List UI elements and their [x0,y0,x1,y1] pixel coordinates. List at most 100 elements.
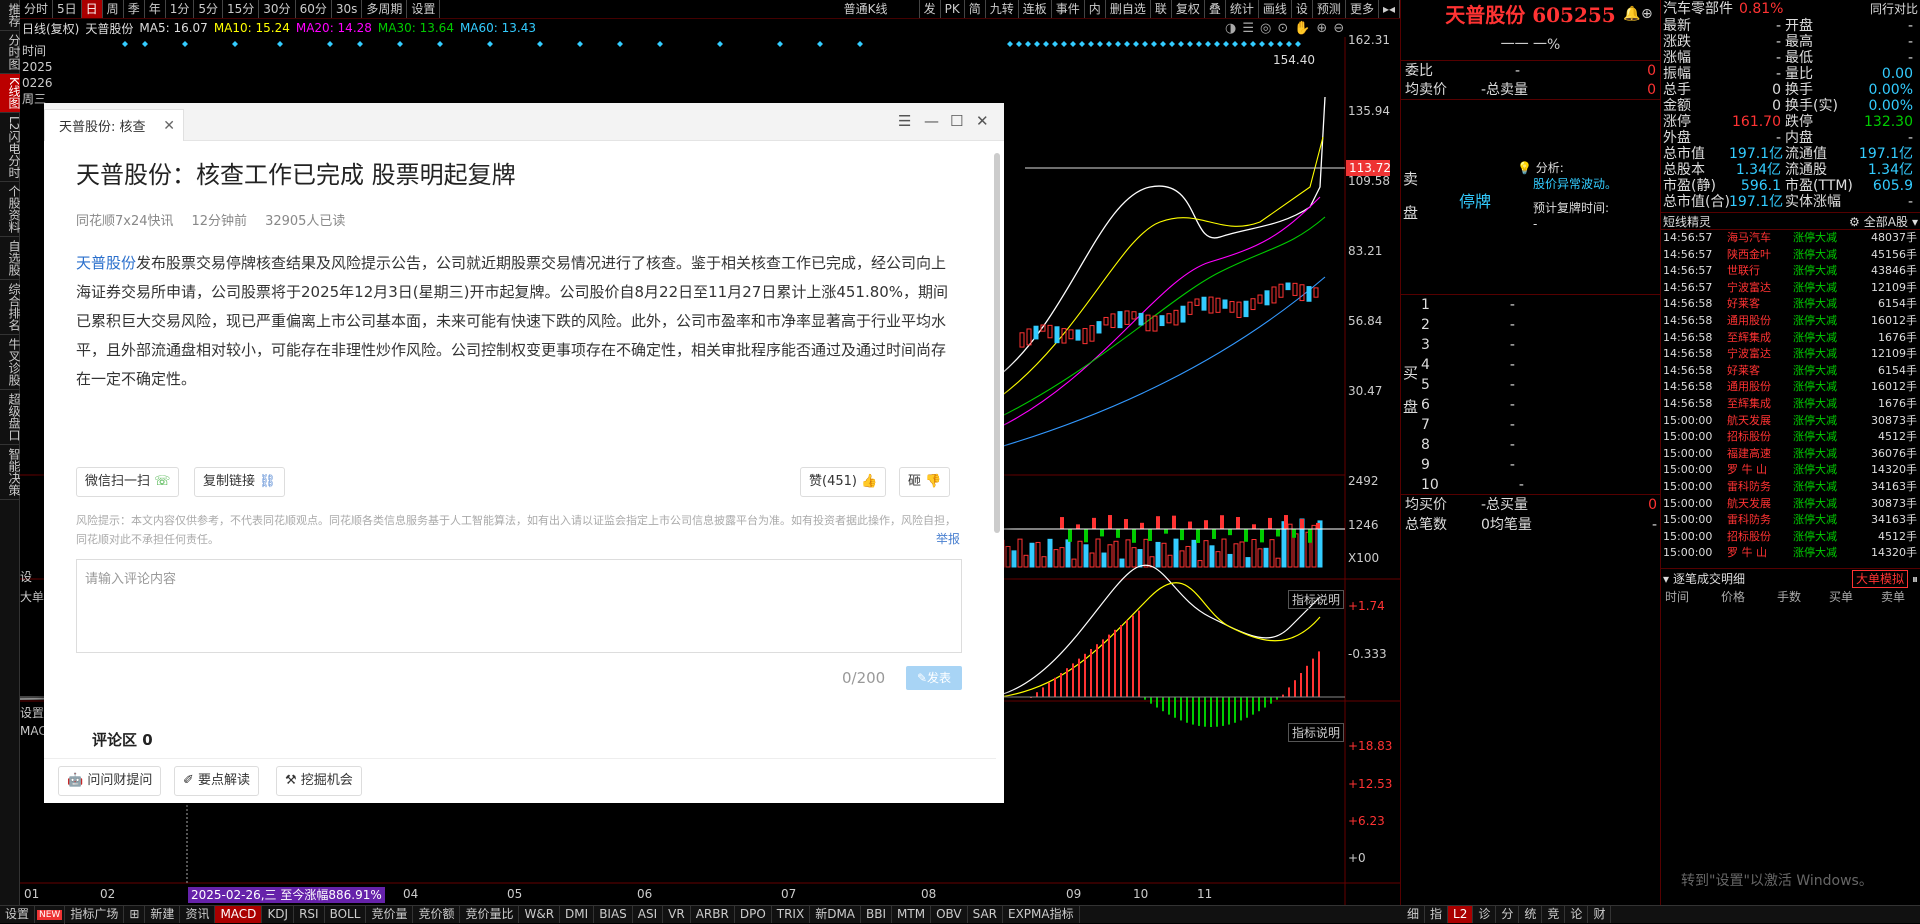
maximize-icon[interactable]: ☐ [950,112,963,130]
period-15min[interactable]: 15分 [223,0,260,18]
short-elf-item[interactable]: 14:56:57 世联行 涨停大减 43846手 [1661,263,1920,280]
tool-jiuzhuan[interactable]: 九转 [986,0,1019,18]
right-bottom-tab[interactable]: 财 [1588,906,1612,923]
right-bottom-tab[interactable]: 竞 [1542,906,1566,923]
short-elf-item[interactable]: 14:56:58 通用股份 涨停大减 16012手 [1661,313,1920,330]
add-icon[interactable]: ⊞ [124,906,146,923]
indicator-new-dma[interactable]: 新DMA [810,906,862,923]
period-30min[interactable]: 30分 [259,0,296,18]
indicator-arbr[interactable]: ARBR [691,906,735,923]
menu-icon[interactable]: ☰ [898,112,911,130]
publish-button[interactable]: ✎发表 [906,666,962,690]
period-multi[interactable]: 多周期 [362,0,408,18]
short-elf-item[interactable]: 15:00:00 罗 牛 山 涨停大减 14320手 [1661,545,1920,562]
short-elf-item[interactable]: 15:00:00 招标股份 涨停大减 4512手 [1661,529,1920,546]
indicator-bias[interactable]: BIAS [594,906,633,923]
tab-ranking[interactable]: 综合排名 [0,280,21,336]
period-week[interactable]: 周 [103,0,124,18]
tab-watchlist[interactable]: 自选股 [0,237,21,281]
tab-kline[interactable]: K线图 [0,74,21,113]
indicator-trix[interactable]: TRIX [772,906,811,923]
period-1min[interactable]: 1分 [166,0,195,18]
right-bottom-tab[interactable]: L2 [1448,906,1474,923]
short-elf-item[interactable]: 14:56:58 好莱客 涨停大减 6154手 [1661,363,1920,380]
short-elf-item[interactable]: 14:56:58 好莱客 涨停大减 6154手 [1661,296,1920,313]
short-elf-filter[interactable]: 全部A股 [1864,213,1908,229]
tool-pk[interactable]: PK [941,0,965,18]
right-bottom-tab[interactable]: 指 [1425,906,1449,923]
tool-more[interactable]: 更多 [1346,0,1379,18]
indicator-dpo[interactable]: DPO [735,906,772,923]
right-bottom-tab[interactable]: 统 [1519,906,1543,923]
short-elf-item[interactable]: 15:00:00 招标股份 涨停大减 4512手 [1661,429,1920,446]
kline-type-select[interactable]: 普通K线 [840,0,920,18]
period-5day[interactable]: 5日 [53,0,82,18]
tool-set[interactable]: 设 [1292,0,1313,18]
right-bottom-tab[interactable]: 细 [1402,906,1426,923]
indicator-vr[interactable]: VR [663,906,691,923]
chevron-down-icon[interactable]: ▾ [1663,569,1669,588]
period-intraday[interactable]: 分时 [20,0,54,18]
tool-forecast[interactable]: 预测 [1313,0,1346,18]
vol-settings-label[interactable]: 设 [20,568,32,585]
indicator-new[interactable]: 新建 [145,906,181,923]
popup-tab[interactable]: 天普股份: 核查 ✕ [44,109,184,141]
indicator-auction-ratio[interactable]: 竞价量比 [460,906,520,923]
ask-wencai-button[interactable]: 🤖 问问财提问 [58,766,162,796]
indicator-wr[interactable]: W&R [519,906,561,923]
bell-icon[interactable]: 🔔 [1623,6,1640,22]
right-bottom-tab[interactable]: 诊 [1473,906,1497,923]
copy-link-button[interactable]: 复制链接 ⛓ [194,467,285,497]
indicator-auction-amt[interactable]: 竞价额 [413,906,461,923]
period-5min[interactable]: 5分 [194,0,223,18]
comment-input[interactable]: 请输入评论内容 [76,559,962,653]
indicator-auction-vol[interactable]: 竞价量 [366,906,414,923]
short-elf-item[interactable]: 15:00:00 雷科防务 涨停大减 34163手 [1661,479,1920,496]
short-elf-item[interactable]: 14:56:57 陕西金叶 涨停大减 45156手 [1661,247,1920,264]
tool-link[interactable]: 联 [1151,0,1172,18]
short-elf-item[interactable]: 15:00:00 航天发展 涨停大减 30873手 [1661,496,1920,513]
stock-link[interactable]: 天普股份 [76,254,136,272]
short-elf-item[interactable]: 14:56:58 通用股份 涨停大减 16012手 [1661,379,1920,396]
tool-events[interactable]: 事件 [1052,0,1085,18]
tab-diagnosis[interactable]: 牛叉诊股 [0,335,21,391]
add-watchlist-icon[interactable]: ⊕ [1641,6,1653,22]
close-window-icon[interactable]: ✕ [976,112,989,130]
tab-recommend[interactable]: 推荐 [0,0,21,31]
chevron-down-icon[interactable]: ▾ [1912,213,1918,229]
tab-l2-intraday[interactable]: L2闪电分时 [0,113,21,183]
dislike-button[interactable]: 砸 👎 [899,467,951,497]
short-elf-item[interactable]: 14:56:57 海马汽车 涨停大减 48037手 [1661,230,1920,247]
right-bottom-tab[interactable]: 论 [1565,906,1589,923]
report-link[interactable]: 举报 [936,530,960,547]
tool-draw[interactable]: 画线 [1259,0,1292,18]
period-60min[interactable]: 60分 [296,0,332,18]
tab-stock-profile[interactable]: 个股资料 [0,182,21,238]
short-elf-item[interactable]: 14:56:58 至辉集成 涨停大减 1676手 [1661,396,1920,413]
indicator-help-button[interactable]: 指标说明 [1288,590,1345,609]
indicator-boll[interactable]: BOLL [325,906,367,923]
minimize-icon[interactable]: — [924,112,939,130]
close-icon[interactable]: ✕ [163,118,175,134]
wechat-scan-button[interactable]: 微信扫一扫 ☏ [76,467,180,497]
period-season[interactable]: 季 [124,0,145,18]
short-elf-item[interactable]: 14:56:58 至辉集成 涨停大减 1676手 [1661,330,1920,347]
short-elf-item[interactable]: 15:00:00 罗 牛 山 涨停大减 14320手 [1661,462,1920,479]
tool-remove-watchlist[interactable]: 删自选 [1106,0,1151,18]
short-elf-item[interactable]: 14:56:57 宁波富达 涨停大减 12109手 [1661,280,1920,297]
period-settings[interactable]: 设置 [407,0,441,18]
industry-name[interactable]: 汽车零部件 [1663,0,1733,18]
indicator-rsi[interactable]: RSI [294,906,325,923]
tab-intraday[interactable]: 分时图 [0,31,21,74]
indicator-news[interactable]: 资讯 [180,906,216,923]
right-bottom-tab[interactable]: 分 [1496,906,1520,923]
short-elf-item[interactable]: 15:00:00 福建高速 涨停大减 36076手 [1661,446,1920,463]
indicator-sar[interactable]: SAR [968,906,1003,923]
tool-jian[interactable]: 简 [965,0,986,18]
macd-help-button[interactable]: 指标说明 [1288,723,1345,742]
short-elf-item[interactable]: 15:00:00 雷科防务 涨停大减 34163手 [1661,512,1920,529]
dig-opportunity-button[interactable]: ⚒ 挖掘机会 [276,766,362,796]
indicator-macd[interactable]: MACD [215,906,263,923]
indicator-mtm[interactable]: MTM [892,906,932,923]
macd-settings-label[interactable]: 设置 [20,704,44,721]
